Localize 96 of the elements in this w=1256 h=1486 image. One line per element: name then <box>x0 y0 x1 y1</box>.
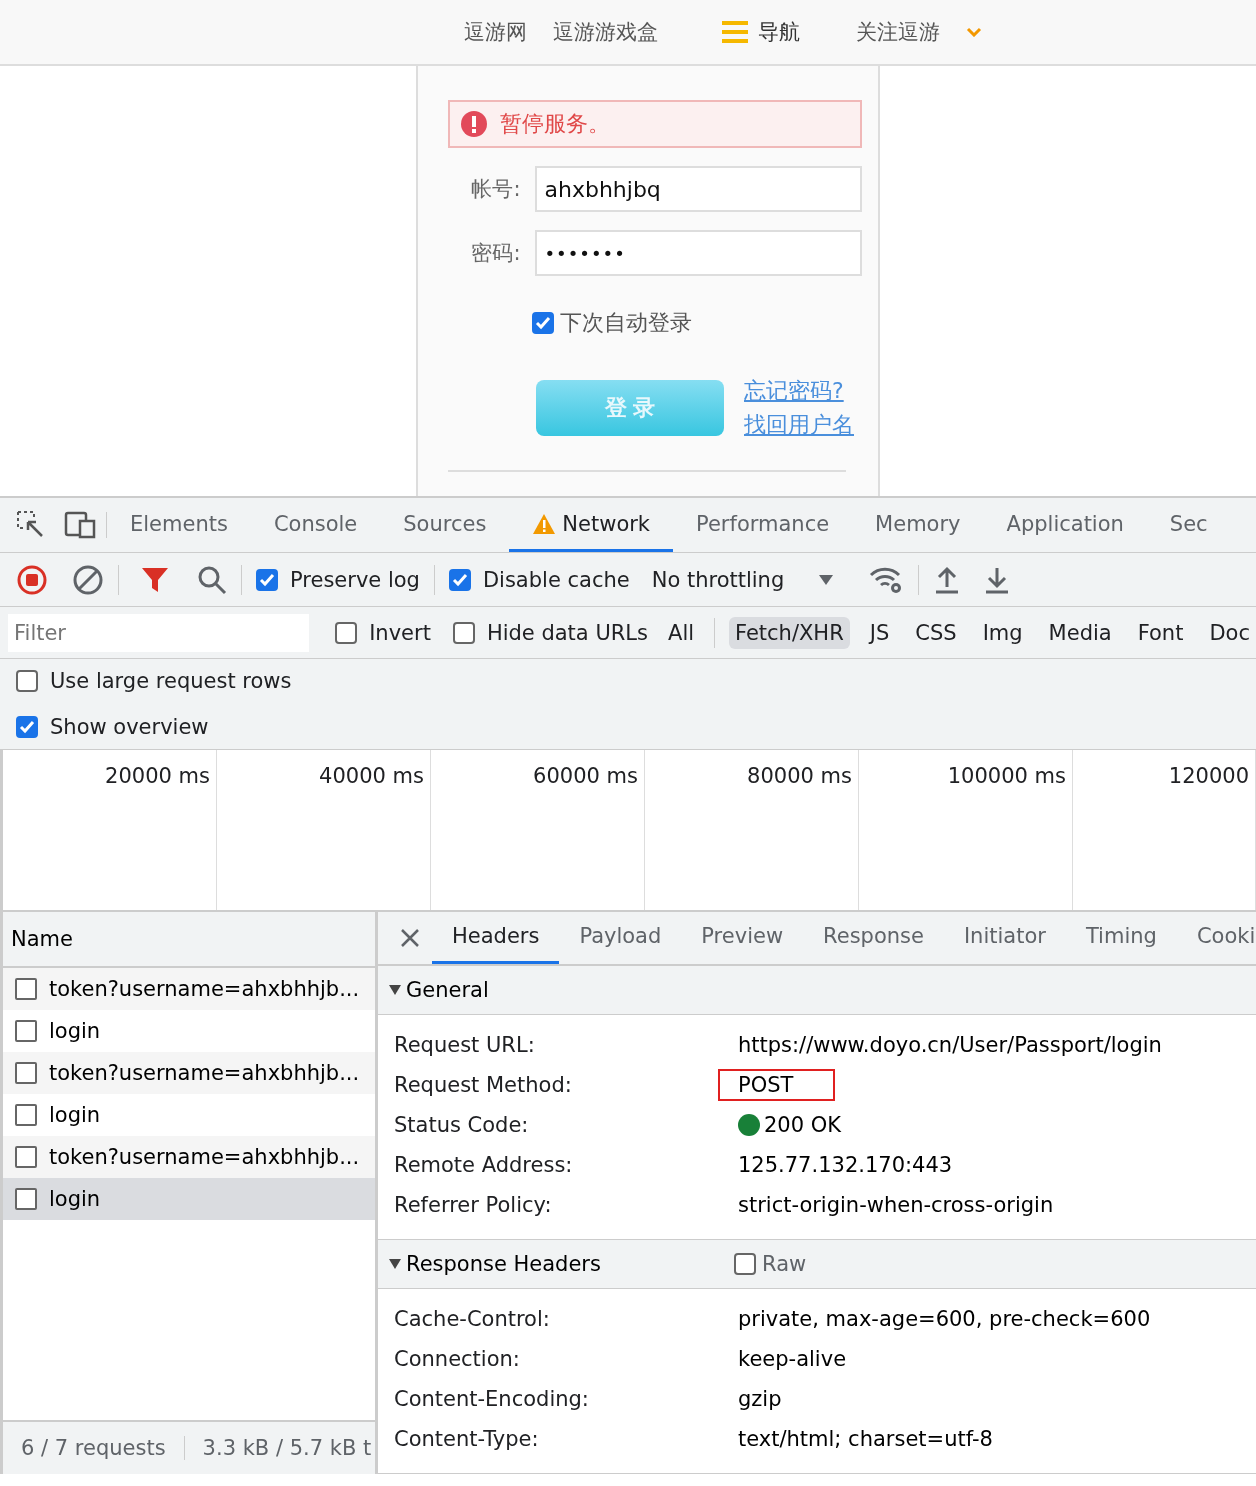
header-value: strict-origin-when-cross-origin <box>738 1192 1054 1217</box>
type-filter[interactable]: Font <box>1131 616 1190 649</box>
header-name: Request Method: <box>394 1072 573 1097</box>
header-value: https://www.doyo.cn/User/Passport/login <box>738 1032 1162 1057</box>
type-filter[interactable]: JS <box>863 616 896 649</box>
devtools-tab[interactable]: Memory <box>852 498 984 552</box>
error-icon <box>460 110 488 138</box>
checkbox[interactable] <box>452 621 475 644</box>
time-tick: 80000 ms <box>747 764 852 788</box>
filter-icon[interactable] <box>141 565 169 594</box>
header-value: private, max-age=600, pre-check=600 <box>738 1307 1151 1331</box>
status-text: 3.3 kB / 5.7 kB t <box>183 1436 375 1460</box>
detail-tab[interactable]: Initiator <box>943 912 1066 964</box>
request-row[interactable]: token?username=ahxbhhjb... <box>3 1052 375 1094</box>
header-name: Connection: <box>394 1347 521 1371</box>
time-tick: 120000 <box>1168 764 1249 788</box>
checkbox[interactable] <box>335 621 358 644</box>
header-value: POST <box>720 1070 834 1099</box>
checkbox-label: 下次自动登录 <box>560 309 692 337</box>
header-name: Content-Type: <box>394 1427 540 1451</box>
field-label: 密码: <box>470 240 521 267</box>
detail-tab[interactable]: Headers <box>432 912 560 964</box>
header-name: Status Code: <box>394 1112 530 1137</box>
throttling-dropdown[interactable]: No throttling <box>651 567 835 592</box>
device-toolbar-icon[interactable] <box>64 511 96 539</box>
dropdown-arrow-icon <box>818 573 835 586</box>
expand-arrow-icon <box>388 1257 402 1270</box>
checkbox-label: Raw <box>762 1251 807 1276</box>
section-header[interactable]: Response Headers <box>388 1251 734 1276</box>
header-value: keep-alive <box>738 1347 847 1371</box>
type-filter[interactable]: CSS <box>909 616 963 649</box>
type-filter[interactable]: All <box>662 616 701 649</box>
request-row[interactable]: login <box>3 1178 375 1220</box>
error-message: 暂停服务。 <box>500 110 610 138</box>
detail-tab[interactable]: Timing <box>1065 912 1177 964</box>
type-filter[interactable]: Fetch/XHR <box>728 616 850 649</box>
header-name: Content-Encoding: <box>394 1387 590 1411</box>
header-value: gzip <box>738 1387 782 1411</box>
checkbox-label: Hide data URLs <box>486 620 648 645</box>
detail-tab[interactable]: Payload <box>559 912 682 964</box>
checkbox-label: Preserve log <box>290 567 420 592</box>
type-filter[interactable]: Media <box>1042 616 1118 649</box>
devtools-tab[interactable]: Network <box>509 498 674 552</box>
request-row[interactable]: token?username=ahxbhhjb... <box>3 968 375 1010</box>
status-text: 6 / 7 requests <box>20 1436 167 1460</box>
time-tick: 20000 ms <box>105 764 210 788</box>
expand-arrow-icon <box>388 983 402 996</box>
follow-link[interactable]: 关注逗游 <box>856 18 940 46</box>
search-icon[interactable] <box>197 564 227 595</box>
checkbox[interactable] <box>734 1252 756 1275</box>
devtools-tab[interactable]: Console <box>250 498 381 552</box>
header-name: Remote Address: <box>394 1152 574 1177</box>
detail-tab[interactable]: Preview <box>681 912 804 964</box>
checkbox[interactable] <box>16 670 38 692</box>
section-header[interactable]: General <box>388 977 734 1002</box>
devtools-tab[interactable]: Sources <box>380 498 510 552</box>
request-row[interactable]: token?username=ahxbhhjb... <box>3 1136 375 1178</box>
detail-tab[interactable]: Response <box>803 912 944 964</box>
field-label: 帐号: <box>470 176 521 203</box>
request-row[interactable]: login <box>3 1094 375 1136</box>
close-icon[interactable] <box>400 927 420 948</box>
checkbox-label: Use large request rows <box>50 669 292 693</box>
filter-field[interactable]: Filter <box>8 613 310 652</box>
checkbox[interactable] <box>448 568 471 591</box>
checkbox-label: Disable cache <box>482 567 630 592</box>
record-stop-icon[interactable] <box>16 563 48 596</box>
header-value: 125.77.132.170:443 <box>738 1152 953 1177</box>
header-name: Referrer Policy: <box>394 1192 553 1217</box>
checkbox[interactable] <box>532 312 554 334</box>
type-filter[interactable]: Doc <box>1203 616 1256 649</box>
nav-label[interactable]: 导航 <box>758 18 800 46</box>
devtools-tab[interactable]: Application <box>983 498 1147 552</box>
devtools-tab[interactable]: Performance <box>673 498 853 552</box>
menu-icon <box>722 20 748 44</box>
time-tick: 40000 ms <box>319 764 424 788</box>
header-value: text/html; charset=utf-8 <box>738 1427 993 1451</box>
detail-tab[interactable]: Cooki <box>1176 912 1256 964</box>
column-header: Name <box>11 927 73 951</box>
clear-icon[interactable] <box>72 563 104 596</box>
checkbox[interactable] <box>16 716 38 738</box>
header-name: Cache-Control: <box>394 1307 551 1331</box>
time-tick: 60000 ms <box>533 764 638 788</box>
time-tick: 100000 ms <box>947 764 1066 788</box>
header-value: 200 OK <box>738 1112 842 1137</box>
type-filter[interactable]: Img <box>976 616 1029 649</box>
checkbox-label: Invert <box>369 620 431 645</box>
devtools-tab[interactable]: Elements <box>107 498 251 552</box>
site-link[interactable]: 逗游网 <box>464 18 527 46</box>
username-field[interactable]: ahxbhhjbq <box>534 166 862 212</box>
devtools-tab[interactable]: Sec <box>1146 498 1231 552</box>
header-name: Request URL: <box>394 1032 536 1057</box>
checkbox-label: Show overview <box>50 715 209 739</box>
site-link[interactable]: 逗游游戏盒 <box>553 18 658 46</box>
checkbox[interactable] <box>256 568 278 591</box>
password-field[interactable]: ••••••• <box>534 230 862 276</box>
request-row[interactable]: login <box>3 1010 375 1052</box>
